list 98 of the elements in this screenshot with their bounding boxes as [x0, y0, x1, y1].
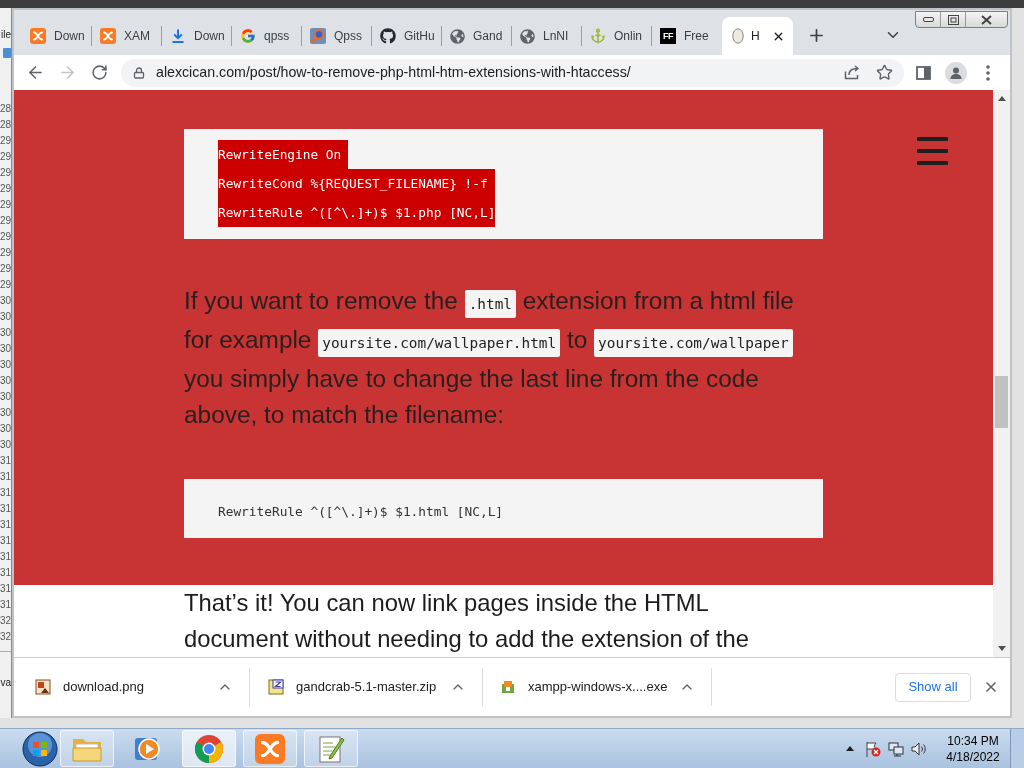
- line-number: 31: [0, 502, 11, 516]
- globe-icon: [450, 28, 465, 44]
- tab[interactable]: Gand: [442, 17, 512, 55]
- tab[interactable]: Down: [162, 17, 232, 55]
- line-number: 28: [0, 102, 11, 116]
- tab[interactable]: Down: [22, 17, 92, 55]
- line-number: 28: [0, 118, 11, 132]
- line-number: 31: [0, 486, 11, 500]
- clock[interactable]: 10:34 PM 4/18/2022: [944, 732, 1002, 765]
- triangle-down-icon: [997, 646, 1006, 651]
- browser-logo-icon: [194, 733, 224, 764]
- app-logo-icon: [100, 28, 116, 44]
- line-number: 29: [0, 262, 11, 276]
- line-number: 31: [0, 470, 11, 484]
- start-button[interactable]: [21, 729, 59, 768]
- download-item[interactable]: gandcrab-5.1-master.zip: [268, 668, 437, 706]
- g-logo-icon: [240, 28, 256, 44]
- installer-file-icon: [500, 679, 516, 695]
- notepad-pen-icon: [316, 733, 346, 764]
- line-number: 30: [0, 294, 11, 308]
- menu-text: ile: [1, 28, 11, 42]
- tab[interactable]: Qpss: [302, 17, 372, 55]
- image-file-icon: [35, 679, 51, 695]
- line-number: 31: [0, 582, 11, 596]
- address-bar[interactable]: alexcican.com/post/how-to-remove-php-html-htm-extensions-with-htaccess/: [121, 58, 904, 87]
- line-number: 31: [0, 566, 11, 580]
- line-number: 30: [0, 326, 11, 340]
- tab[interactable]: XAM: [92, 17, 162, 55]
- share-icon: [843, 65, 861, 80]
- star-icon: [875, 64, 893, 81]
- flag-alert-icon[interactable]: [865, 740, 881, 757]
- anchor-icon: [590, 28, 606, 44]
- line-number: 29: [0, 166, 11, 180]
- show-all-button[interactable]: Show all: [895, 672, 971, 702]
- app-logo-icon: [255, 733, 285, 764]
- paragraph: That’s it! You can now link pages inside the HTML document without needing to add the extension of the: [184, 588, 750, 654]
- magnifier-logo-icon: [310, 28, 326, 44]
- line-number: 30: [0, 406, 11, 420]
- close-icon: [980, 14, 993, 25]
- avatar-icon: [945, 61, 967, 84]
- line-number: 30: [0, 390, 11, 404]
- taskbar-button[interactable]: [243, 730, 297, 767]
- taskbar-button[interactable]: [304, 730, 358, 767]
- line-number: 32: [0, 630, 11, 644]
- line-number: 31: [0, 598, 11, 612]
- download-item[interactable]: download.png: [35, 668, 144, 706]
- tab[interactable]: qpss: [232, 17, 302, 55]
- network-icon[interactable]: [888, 740, 904, 757]
- app-logo-icon: [30, 28, 46, 44]
- reload-icon: [90, 64, 108, 81]
- line-number: 30: [0, 374, 11, 388]
- scrollbar-thumb[interactable]: [995, 376, 1008, 428]
- line-number: 32: [0, 614, 11, 628]
- more-vertical-icon: [986, 64, 990, 81]
- side-panel-icon: [915, 65, 931, 80]
- status-text: va: [0, 676, 11, 690]
- line-number: 30: [0, 422, 11, 436]
- start-orb-icon: [22, 730, 58, 767]
- line-number: 31: [0, 550, 11, 564]
- close-icon: [983, 679, 999, 695]
- download-item[interactable]: xampp-windows-x....exe: [500, 668, 668, 706]
- restore-icon: [947, 14, 959, 25]
- line-number: 30: [0, 358, 11, 372]
- triangle-up-icon: [997, 96, 1006, 101]
- line-number: 30: [0, 310, 11, 324]
- line-number: 29: [0, 214, 11, 228]
- tab[interactable]: H: [722, 17, 793, 55]
- line-number: 29: [0, 150, 11, 164]
- line-number: 29: [0, 278, 11, 292]
- menu-icon[interactable]: [917, 137, 948, 165]
- line-number: 29: [0, 182, 11, 196]
- line-number: 30: [0, 438, 11, 452]
- line-number: 29: [0, 134, 11, 148]
- line-number: 31: [0, 534, 11, 548]
- app-icon: [3, 48, 11, 58]
- minimize-icon: [922, 17, 934, 22]
- download-icon: [170, 28, 186, 44]
- line-number: 29: [0, 198, 11, 212]
- globe-icon: [520, 28, 535, 44]
- line-number: 29: [0, 246, 11, 260]
- paragraph: If you want to remove the .html extension from a html file for example yoursite.com/wallpaper.html to yoursite.com/wallpaper you simply have to change the last line from the code above, to match the filename:: [184, 286, 795, 430]
- code-line: RewriteRule ^([^\.]+)$ $1.html [NC,L]: [218, 503, 504, 521]
- line-number: 31: [0, 454, 11, 468]
- line-number: 31: [0, 518, 11, 532]
- avatar-icon: [732, 28, 744, 44]
- line-number: 29: [0, 230, 11, 244]
- github-icon: [380, 28, 396, 44]
- taskbar-button[interactable]: [182, 730, 236, 767]
- triangle-up-icon: [846, 746, 854, 751]
- archive-file-icon: [268, 679, 284, 695]
- tab[interactable]: FF Free: [652, 17, 722, 55]
- lock-icon: [133, 66, 145, 79]
- tab[interactable]: Onlin: [582, 17, 652, 55]
- tab[interactable]: LnNI: [512, 17, 582, 55]
- tab[interactable]: GitHu: [372, 17, 442, 55]
- speaker-icon[interactable]: [911, 740, 927, 757]
- line-number: 30: [0, 342, 11, 356]
- logo-tile: FF: [660, 28, 676, 44]
